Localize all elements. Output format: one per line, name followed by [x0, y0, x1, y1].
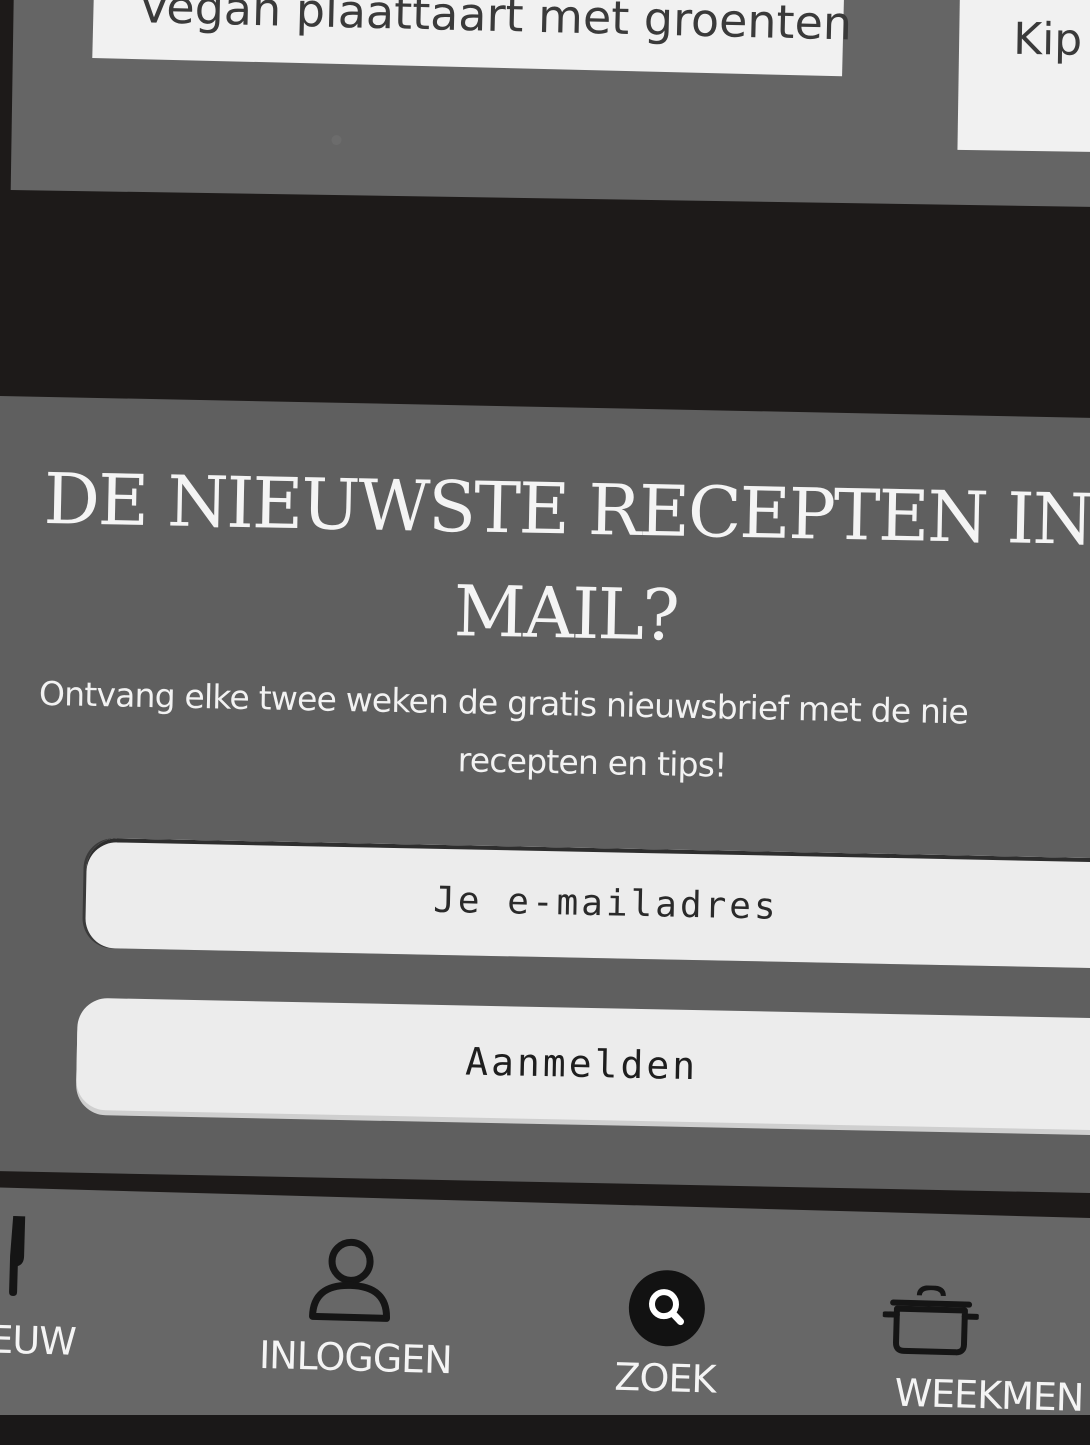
nav-item-new[interactable]: EUW — [0, 1185, 80, 1424]
newsletter-signup: DE NIEUWSTE RECEPTEN IN MAIL? Ontvang el… — [0, 396, 1090, 1194]
cutlery-icon — [1, 1215, 33, 1302]
search-icon — [626, 1267, 708, 1354]
bottom-navigation: EUW INLOGGEN ZOEK WEEKMEN — [0, 1187, 1090, 1445]
nav-label: INLOGGEN — [258, 1332, 453, 1383]
newsletter-title: DE NIEUWSTE RECEPTEN IN MAIL? — [43, 457, 1090, 657]
recipe-card-title[interactable]: Kip — [1013, 14, 1083, 66]
signup-button[interactable]: Aanmelden — [75, 997, 1090, 1131]
recipe-card[interactable]: Kip — [957, 0, 1090, 153]
recipe-card[interactable]: Vegan plaattaart met groenten — [92, 0, 853, 77]
nav-label: ZOEK — [613, 1354, 716, 1402]
user-icon — [306, 1236, 395, 1329]
nav-item-login[interactable]: INLOGGEN — [243, 1195, 469, 1436]
device-bezel — [0, 1415, 1090, 1445]
newsletter-description: Ontvang elke twee weken de gratis nieuws… — [37, 665, 1090, 804]
recipe-cards-section: Vegan plaattaart met groenten Kip — [10, 0, 1090, 208]
nav-item-search[interactable]: ZOEK — [573, 1204, 759, 1444]
nav-item-weekmenu[interactable]: WEEKMEN — [853, 1212, 1090, 1445]
cooking-pot-icon — [881, 1284, 980, 1362]
nav-label: EUW — [0, 1317, 77, 1364]
recipe-card-title[interactable]: Vegan plaattaart met groenten — [138, 0, 853, 51]
app-screen: Vegan plaattaart met groenten Kip DE NIE… — [0, 0, 1090, 1445]
email-field[interactable] — [84, 837, 1090, 970]
